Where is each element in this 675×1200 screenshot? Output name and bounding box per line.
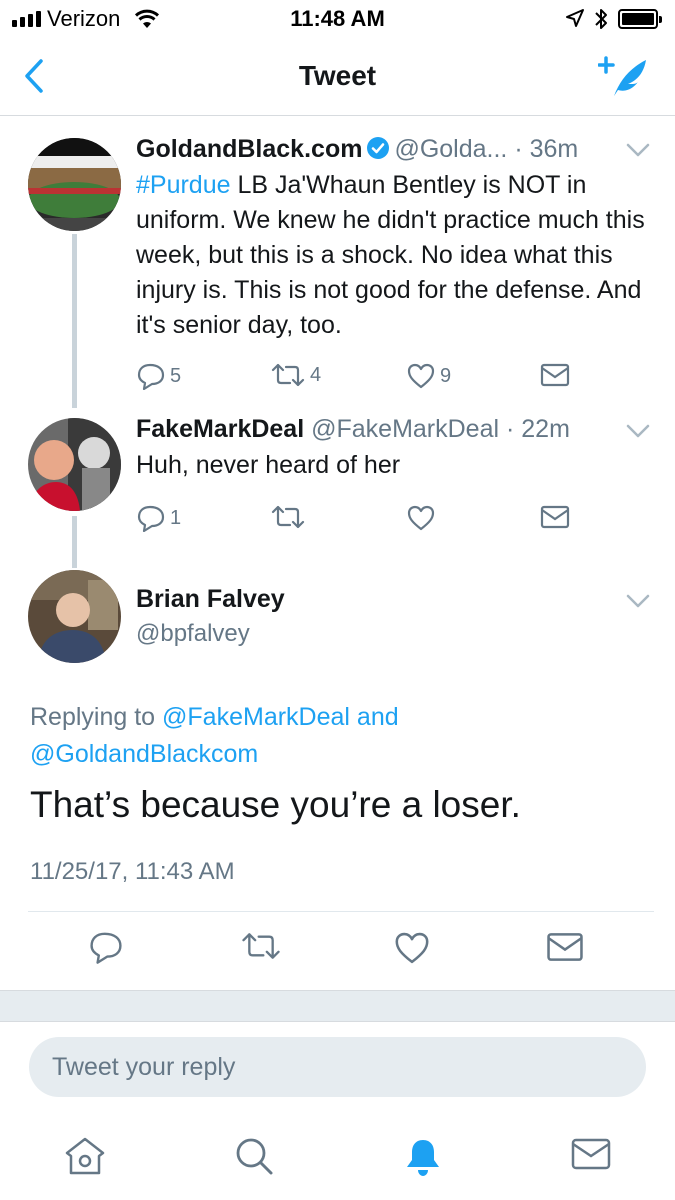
tweet-actions: 1 xyxy=(136,504,576,534)
focused-tweet-text: That’s because you’re a loser. xyxy=(30,784,521,825)
retweet-icon[interactable] xyxy=(240,930,282,967)
focused-author-name[interactable]: Brian Falvey xyxy=(136,585,285,614)
tweet-timestamp: 11/25/17, 11:43 AM xyxy=(30,858,235,885)
avatar[interactable] xyxy=(28,138,121,231)
heart-icon xyxy=(407,505,435,531)
divider xyxy=(28,911,654,912)
chevron-down-icon[interactable] xyxy=(626,424,650,443)
verified-badge-icon xyxy=(366,136,390,167)
tweet-actions: 5 4 9 xyxy=(136,362,576,392)
replying-to-line: Replying to @FakeMarkDeal and @GoldandBla… xyxy=(30,699,630,773)
reply-count: 1 xyxy=(170,506,182,529)
direct-message-button[interactable] xyxy=(540,362,570,388)
mention-link[interactable]: @FakeMarkDeal xyxy=(162,703,350,731)
direct-message-button[interactable] xyxy=(540,504,570,530)
author-name[interactable]: FakeMarkDeal xyxy=(136,415,304,443)
like-count: 9 xyxy=(440,364,452,387)
search-icon[interactable] xyxy=(234,1136,274,1181)
author-handle[interactable]: @FakeMarkDeal xyxy=(311,415,499,443)
location-icon xyxy=(565,8,585,33)
battery-icon xyxy=(618,9,662,29)
bluetooth-icon xyxy=(593,6,609,37)
section-separator xyxy=(0,990,675,1022)
hashtag-link[interactable]: #Purdue xyxy=(136,171,231,199)
tweet-header: GoldandBlack.com @Golda... · 36m xyxy=(136,135,578,167)
notifications-bell-icon[interactable] xyxy=(402,1136,444,1183)
nav-bar: Tweet xyxy=(0,40,675,116)
heart-icon[interactable] xyxy=(393,930,431,971)
replying-prefix: Replying to xyxy=(30,703,163,731)
chevron-down-icon[interactable] xyxy=(626,594,650,613)
reply-icon[interactable] xyxy=(88,930,124,969)
tweet-time: · 22m xyxy=(506,415,570,443)
and-word: and xyxy=(349,703,399,731)
mail-icon xyxy=(540,363,570,387)
reply-icon xyxy=(137,505,165,532)
author-name[interactable]: GoldandBlack.com xyxy=(136,135,362,163)
avatar[interactable] xyxy=(28,418,121,511)
avatar[interactable] xyxy=(28,570,121,663)
focused-author-handle[interactable]: @bpfalvey xyxy=(136,620,250,648)
retweet-button[interactable] xyxy=(270,504,310,530)
mention-link[interactable]: @GoldandBlackcom xyxy=(30,740,258,768)
tab-bar xyxy=(0,1120,675,1200)
mail-icon xyxy=(540,505,570,529)
tweet-time: · 36m xyxy=(514,135,579,163)
retweet-icon xyxy=(271,363,305,387)
tweet-header: FakeMarkDeal @FakeMarkDeal · 22m xyxy=(136,415,570,444)
retweet-icon xyxy=(271,505,305,529)
focused-tweet-actions xyxy=(0,930,675,974)
heart-icon xyxy=(407,363,435,389)
thread-tweet[interactable]: FakeMarkDeal @FakeMarkDeal · 22m Huh, ne… xyxy=(0,406,675,568)
status-bar: Verizon 11:48 AM xyxy=(0,0,675,40)
thread-connector xyxy=(72,516,77,568)
like-button[interactable] xyxy=(406,504,440,532)
reply-button[interactable]: 1 xyxy=(136,504,181,532)
reply-input[interactable] xyxy=(29,1037,646,1097)
mail-icon[interactable] xyxy=(546,930,584,969)
retweet-count: 4 xyxy=(310,363,322,386)
tweet-text: #Purdue LB Ja'Whaun Bentley is NOT in un… xyxy=(136,168,656,343)
thread-tweet[interactable]: GoldandBlack.com @Golda... · 36m #Purdue … xyxy=(0,116,675,408)
thread-connector xyxy=(72,234,77,408)
compose-tweet-icon[interactable] xyxy=(597,54,650,103)
retweet-button[interactable]: 4 xyxy=(270,362,321,388)
page-title: Tweet xyxy=(298,60,377,91)
reply-button[interactable]: 5 xyxy=(136,362,181,390)
reply-icon xyxy=(137,363,165,390)
chevron-down-icon[interactable] xyxy=(626,143,650,162)
reply-count: 5 xyxy=(170,364,182,387)
like-button[interactable]: 9 xyxy=(406,362,451,390)
home-icon[interactable] xyxy=(64,1136,106,1181)
tweet-text: Huh, never heard of her xyxy=(136,451,401,479)
author-handle[interactable]: @Golda... xyxy=(394,135,507,163)
messages-icon[interactable] xyxy=(570,1136,612,1177)
